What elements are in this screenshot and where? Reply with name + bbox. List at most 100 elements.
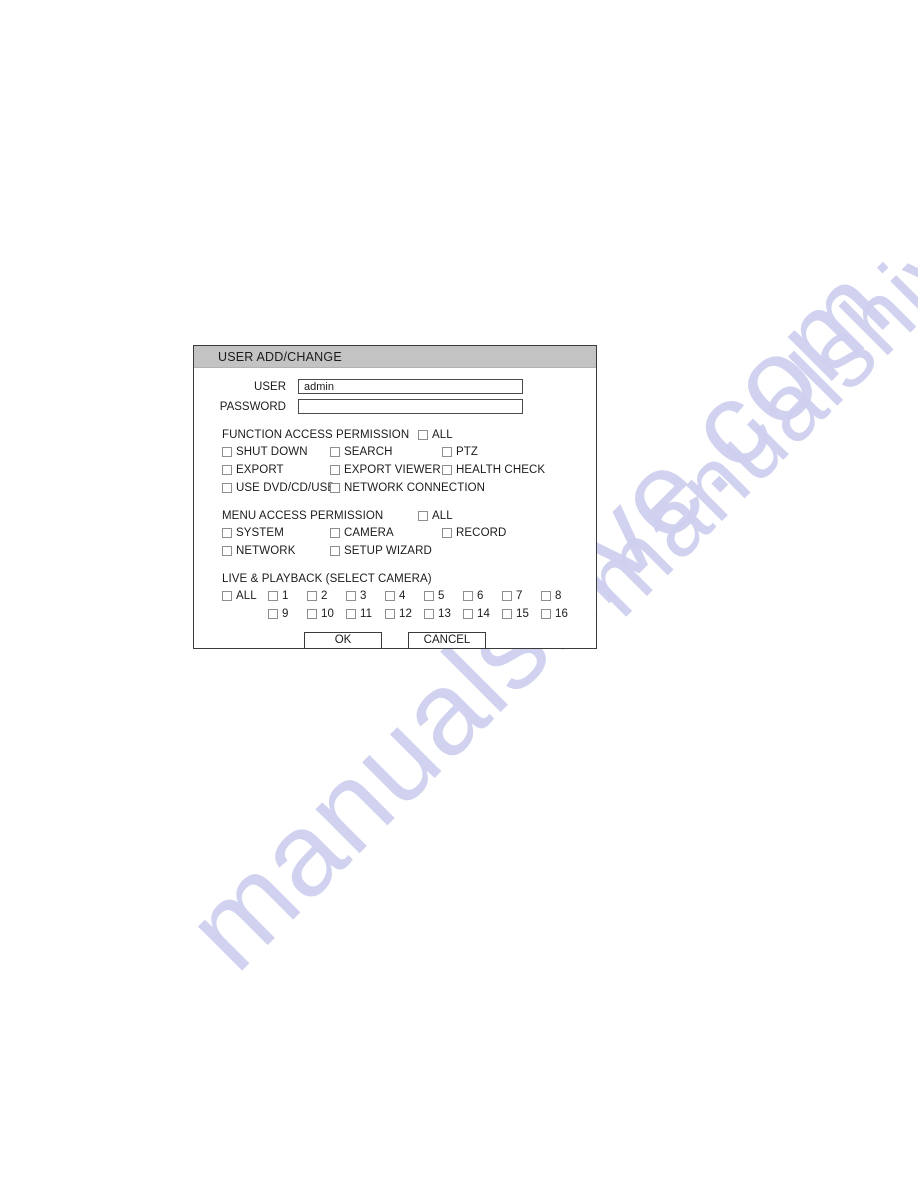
checkbox-export-viewer[interactable]: EXPORT VIEWER: [330, 464, 442, 476]
checkbox-label: SEARCH: [344, 446, 393, 458]
checkbox-setup-wizard[interactable]: SETUP WIZARD: [330, 545, 442, 557]
camera-row-2: 9 10 11 12 13 14 15 16: [222, 605, 596, 623]
checkbox-camera-4[interactable]: 4: [385, 590, 424, 602]
checkbox-label: 1: [282, 590, 289, 602]
checkbox-network[interactable]: NETWORK: [222, 545, 330, 557]
checkbox-box-icon: [502, 609, 512, 619]
checkbox-label: 10: [321, 608, 334, 620]
checkbox-ptz[interactable]: PTZ: [442, 446, 478, 458]
checkbox-export[interactable]: EXPORT: [222, 464, 330, 476]
checkbox-box-icon: [463, 591, 473, 601]
checkbox-label: 5: [438, 590, 445, 602]
checkbox-camera-3[interactable]: 3: [346, 590, 385, 602]
checkbox-camera-2[interactable]: 2: [307, 590, 346, 602]
checkbox-camera-16[interactable]: 16: [541, 608, 580, 620]
user-input[interactable]: [298, 379, 523, 394]
dialog-title-bar: USER ADD/CHANGE: [194, 346, 596, 368]
checkbox-box-icon: [222, 546, 232, 556]
function-access-row-3: USE DVD/CD/USB NETWORK CONNECTION: [222, 479, 596, 497]
checkbox-camera-15[interactable]: 15: [502, 608, 541, 620]
checkbox-label: 7: [516, 590, 523, 602]
checkbox-label: 3: [360, 590, 367, 602]
live-playback-heading-row: LIVE & PLAYBACK (SELECT CAMERA): [222, 570, 596, 587]
live-playback-heading: LIVE & PLAYBACK (SELECT CAMERA): [222, 572, 432, 585]
menu-access-row-1: SYSTEM CAMERA RECORD: [222, 524, 596, 542]
checkbox-use-dvd-cd-usb[interactable]: USE DVD/CD/USB: [222, 482, 335, 494]
checkbox-box-icon: [330, 465, 340, 475]
checkbox-box-icon: [502, 591, 512, 601]
checkbox-box-icon: [442, 528, 452, 538]
checkbox-label: 6: [477, 590, 484, 602]
checkbox-label: USE DVD/CD/USB: [236, 482, 336, 494]
checkbox-camera-8[interactable]: 8: [541, 590, 580, 602]
checkbox-function-access-all[interactable]: ALL: [418, 429, 453, 441]
checkbox-search[interactable]: SEARCH: [330, 446, 442, 458]
checkbox-box-icon: [222, 483, 232, 493]
checkbox-label: EXPORT: [236, 464, 284, 476]
checkbox-box-icon: [346, 591, 356, 601]
dialog-title: USER ADD/CHANGE: [218, 349, 342, 364]
checkbox-box-icon: [307, 591, 317, 601]
checkbox-label: SHUT DOWN: [236, 446, 308, 458]
checkbox-box-icon: [330, 528, 340, 538]
function-access-permission-section: FUNCTION ACCESS PERMISSION ALL SHUT DOWN…: [194, 426, 596, 497]
checkbox-label: 11: [360, 608, 373, 620]
checkbox-network-connection[interactable]: NETWORK CONNECTION: [330, 482, 485, 494]
checkbox-label: 13: [438, 608, 451, 620]
checkbox-box-icon: [307, 609, 317, 619]
checkbox-box-icon: [442, 447, 452, 457]
checkbox-box-icon: [330, 447, 340, 457]
checkbox-label: ALL: [236, 590, 257, 602]
checkbox-camera-12[interactable]: 12: [385, 608, 424, 620]
checkbox-health-check[interactable]: HEALTH CHECK: [442, 464, 545, 476]
credentials-group: USER PASSWORD: [194, 377, 596, 416]
function-access-row-1: SHUT DOWN SEARCH PTZ: [222, 443, 596, 461]
menu-access-row-2: NETWORK SETUP WIZARD: [222, 542, 596, 560]
checkbox-camera-14[interactable]: 14: [463, 608, 502, 620]
checkbox-box-icon: [346, 609, 356, 619]
checkbox-camera-11[interactable]: 11: [346, 608, 385, 620]
checkbox-box-icon: [330, 546, 340, 556]
user-add-change-dialog: USER ADD/CHANGE USER PASSWORD FUNCTION A…: [193, 345, 597, 649]
checkbox-camera-7[interactable]: 7: [502, 590, 541, 602]
user-label: USER: [254, 380, 286, 393]
checkbox-label: EXPORT VIEWER: [344, 464, 441, 476]
watermark-text-secondary: manualshive.com: [560, 21, 918, 637]
checkbox-camera-6[interactable]: 6: [463, 590, 502, 602]
checkbox-label: SETUP WIZARD: [344, 545, 432, 557]
checkbox-box-icon: [268, 609, 278, 619]
checkbox-camera-all[interactable]: ALL: [222, 590, 268, 602]
checkbox-box-icon: [418, 510, 428, 521]
checkbox-label: 14: [477, 608, 490, 620]
ok-button[interactable]: OK: [304, 632, 382, 649]
checkbox-camera-9[interactable]: 9: [268, 608, 307, 620]
checkbox-camera-1[interactable]: 1: [268, 590, 307, 602]
checkbox-box-icon: [222, 528, 232, 538]
dialog-body: USER PASSWORD FUNCTION ACCESS PERMISSION…: [194, 368, 596, 649]
checkbox-camera[interactable]: CAMERA: [330, 527, 442, 539]
checkbox-label: 2: [321, 590, 328, 602]
checkbox-label: ALL: [432, 428, 453, 441]
checkbox-box-icon: [541, 609, 551, 619]
function-access-heading: FUNCTION ACCESS PERMISSION: [222, 428, 410, 441]
checkbox-camera-13[interactable]: 13: [424, 608, 463, 620]
checkbox-label: CAMERA: [344, 527, 394, 539]
checkbox-box-icon: [222, 447, 232, 457]
checkbox-record[interactable]: RECORD: [442, 527, 506, 539]
password-input[interactable]: [298, 399, 523, 414]
checkbox-box-icon: [330, 483, 340, 493]
checkbox-box-icon: [541, 591, 551, 601]
menu-access-permission-section: MENU ACCESS PERMISSION ALL SYSTEM CAMERA: [194, 507, 596, 560]
checkbox-label: 16: [555, 608, 568, 620]
password-label: PASSWORD: [219, 400, 286, 413]
menu-access-heading: MENU ACCESS PERMISSION: [222, 509, 384, 522]
checkbox-system[interactable]: SYSTEM: [222, 527, 330, 539]
checkbox-camera-10[interactable]: 10: [307, 608, 346, 620]
checkbox-menu-access-all[interactable]: ALL: [418, 510, 453, 522]
cancel-button[interactable]: CANCEL: [408, 632, 486, 649]
checkbox-label: NETWORK: [236, 545, 296, 557]
checkbox-camera-5[interactable]: 5: [424, 590, 463, 602]
checkbox-shut-down[interactable]: SHUT DOWN: [222, 446, 330, 458]
live-playback-section: LIVE & PLAYBACK (SELECT CAMERA) ALL 1 2: [194, 570, 596, 623]
checkbox-label: RECORD: [456, 527, 507, 539]
